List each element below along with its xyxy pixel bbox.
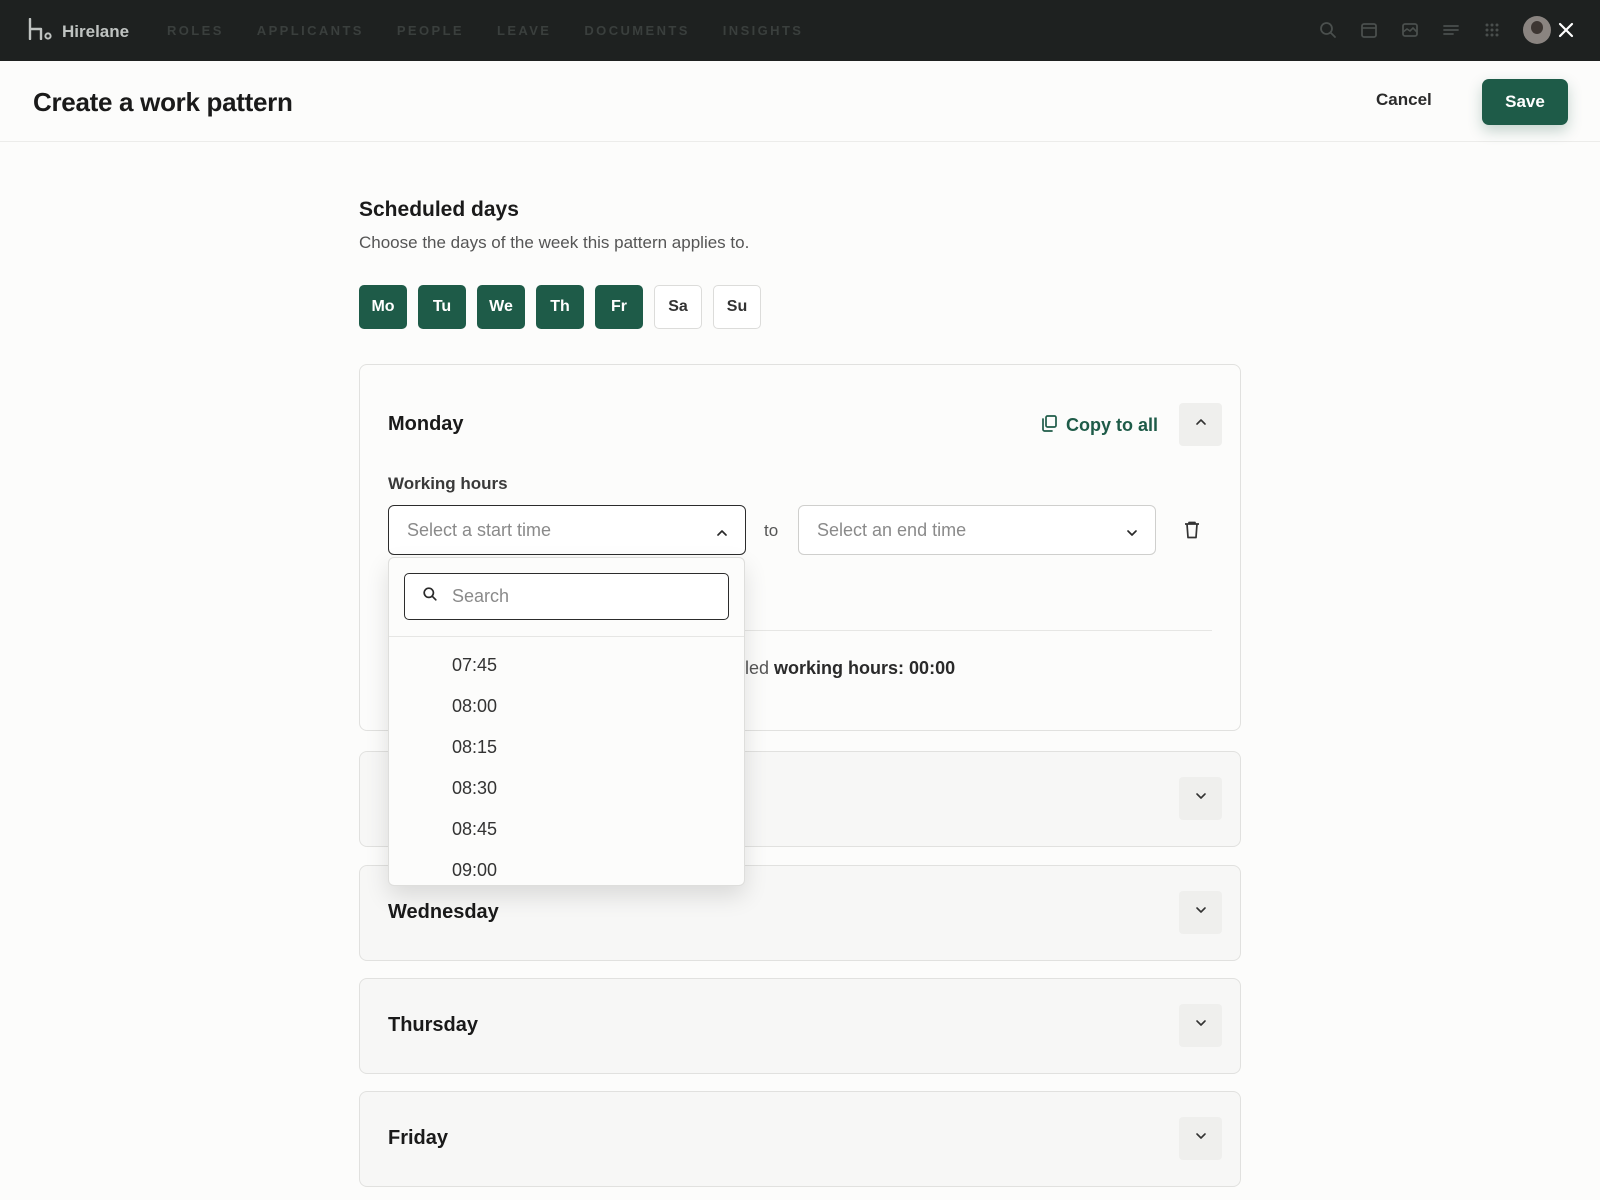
main-nav: ROLES APPLICANTS PEOPLE LEAVE DOCUMENTS … xyxy=(167,23,836,38)
chevron-down-icon xyxy=(1194,789,1208,808)
working-hours-label: Working hours xyxy=(388,474,508,493)
start-time-select[interactable]: Select a start time xyxy=(388,505,746,555)
inbox-icon[interactable] xyxy=(1400,20,1420,40)
save-button[interactable]: Save xyxy=(1482,79,1568,125)
scheduled-days-title: Scheduled days xyxy=(359,198,519,221)
expand-button[interactable] xyxy=(1179,891,1222,934)
search-icon[interactable] xyxy=(1318,20,1338,40)
total-prefix: led xyxy=(745,658,770,678)
cancel-button[interactable]: Cancel xyxy=(1368,86,1440,114)
copy-to-all-label: Copy to all xyxy=(1066,415,1159,435)
chevron-down-icon xyxy=(1194,1016,1208,1035)
nav-item-leave[interactable]: LEAVE xyxy=(497,23,551,38)
page-title: Create a work pattern xyxy=(33,87,293,117)
day-card-title: Wednesday xyxy=(388,901,499,923)
nav-item-applicants[interactable]: APPLICANTS xyxy=(257,23,364,38)
top-nav-bar: Hirelane ROLES APPLICANTS PEOPLE LEAVE D… xyxy=(0,0,1600,61)
start-time-dropdown: 07:45 08:00 08:15 08:30 08:45 09:00 xyxy=(388,557,745,886)
brand-name: Hirelane xyxy=(62,21,130,41)
calendar-icon[interactable] xyxy=(1359,20,1379,40)
nav-item-people[interactable]: PEOPLE xyxy=(397,23,464,38)
chevron-down-icon xyxy=(1194,903,1208,922)
divider xyxy=(389,636,744,637)
day-card-title: Friday xyxy=(388,1127,449,1149)
time-option[interactable]: 08:00 xyxy=(389,695,744,736)
chevron-down-icon xyxy=(1125,524,1139,545)
nav-item-documents[interactable]: DOCUMENTS xyxy=(584,23,689,38)
day-card-thursday: Thursday xyxy=(359,978,1241,1074)
day-toggle-su[interactable]: Su xyxy=(713,285,761,329)
time-option-list: 07:45 08:00 08:15 08:30 08:45 09:00 xyxy=(389,654,744,885)
expand-button[interactable] xyxy=(1179,1117,1222,1160)
search-input[interactable] xyxy=(452,586,712,607)
close-icon[interactable] xyxy=(1554,18,1578,42)
collapse-button[interactable] xyxy=(1179,403,1222,446)
day-toggle-fr[interactable]: Fr xyxy=(595,285,643,329)
copy-to-all-button[interactable]: Copy to all xyxy=(1040,414,1158,437)
copy-icon xyxy=(1040,414,1066,437)
search-icon xyxy=(405,586,438,607)
page-header: Create a work pattern Cancel Save xyxy=(0,61,1600,142)
scheduled-days-subtitle: Choose the days of the week this pattern… xyxy=(359,233,750,252)
day-toggle-we[interactable]: We xyxy=(477,285,525,329)
day-toggle-tu[interactable]: Tu xyxy=(418,285,466,329)
nav-item-roles[interactable]: ROLES xyxy=(167,23,224,38)
start-time-placeholder: Select a start time xyxy=(407,519,552,540)
day-toggle-th[interactable]: Th xyxy=(536,285,584,329)
expand-button[interactable] xyxy=(1179,1004,1222,1047)
total-working-hours: led working hours: 00:00 xyxy=(745,658,955,679)
time-option[interactable]: 08:45 xyxy=(389,818,744,859)
end-time-placeholder: Select an end time xyxy=(817,519,967,540)
time-option[interactable]: 08:15 xyxy=(389,736,744,777)
day-card-title: Monday xyxy=(388,413,464,435)
day-toggle-mo[interactable]: Mo xyxy=(359,285,407,329)
end-time-select[interactable]: Select an end time xyxy=(798,505,1156,555)
avatar[interactable] xyxy=(1523,16,1551,44)
total-value: working hours: 00:00 xyxy=(774,658,956,678)
day-card-friday: Friday xyxy=(359,1091,1241,1187)
nav-item-insights[interactable]: INSIGHTS xyxy=(723,23,804,38)
search-field[interactable] xyxy=(404,573,729,620)
time-option[interactable]: 08:30 xyxy=(389,777,744,818)
apps-grid-icon[interactable] xyxy=(1482,20,1502,40)
brand[interactable]: Hirelane xyxy=(28,17,130,45)
chevron-up-icon xyxy=(715,524,729,545)
to-label: to xyxy=(764,521,779,540)
day-toggle-sa[interactable]: Sa xyxy=(654,285,702,329)
chevron-down-icon xyxy=(1194,1129,1208,1148)
time-option[interactable]: 09:00 xyxy=(389,859,744,885)
time-option[interactable]: 07:45 xyxy=(389,654,744,695)
expand-button[interactable] xyxy=(1179,777,1222,820)
chevron-up-icon xyxy=(1194,415,1208,434)
menu-lines-icon[interactable] xyxy=(1441,20,1461,40)
trash-icon[interactable] xyxy=(1183,520,1201,545)
day-card-title: Thursday xyxy=(388,1014,479,1036)
logo-icon xyxy=(28,17,52,45)
day-toggle-group: Mo Tu We Th Fr Sa Su xyxy=(359,285,772,329)
